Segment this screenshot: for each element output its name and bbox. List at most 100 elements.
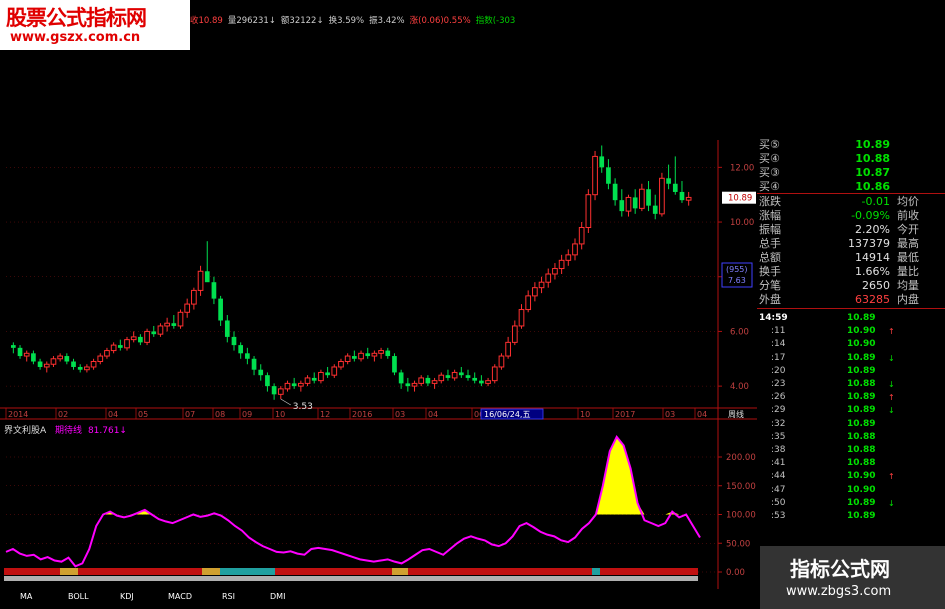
- period-label[interactable]: 周线: [728, 409, 744, 419]
- stat-value: 2650: [862, 279, 890, 292]
- y-tick-label: 150.00: [726, 482, 756, 492]
- y-tick-label: 10.00: [730, 218, 754, 228]
- tick-price: 10.89: [847, 405, 876, 416]
- stat-label-secondary: 最高: [897, 237, 919, 250]
- tab-kdj[interactable]: KDJ: [120, 592, 134, 601]
- low-label-pointer: [280, 398, 291, 406]
- indicator-chart[interactable]: 200.00 150.00 100.00 50.00 0.00: [0, 420, 757, 589]
- x-tick-label: 2017: [615, 410, 635, 419]
- tick-time: :14: [771, 339, 786, 350]
- candle: [304, 375, 311, 387]
- candle: [505, 336, 511, 359]
- logo-top-url: www.gszx.com.cn: [10, 30, 141, 45]
- candle: [151, 325, 157, 337]
- candle: [392, 353, 397, 376]
- tab-macd[interactable]: MACD: [168, 592, 192, 601]
- quote-panel: 买⑤ 10.89 买④ 10.88 买③ 10.87 买④ 10.86 涨跌 -0.01 均价 涨幅 -…: [757, 138, 945, 609]
- candle: [425, 375, 431, 387]
- tick-price: 10.89: [847, 352, 876, 363]
- x-tick-label: 2014: [8, 410, 28, 419]
- panel-divider: [757, 308, 945, 309]
- candle: [50, 356, 57, 367]
- candle: [338, 358, 344, 370]
- quote-item: 指数(-303: [475, 16, 516, 26]
- candle: [458, 366, 464, 378]
- candle: [532, 282, 538, 302]
- stat-label-secondary: 内盘: [897, 293, 919, 306]
- bid-label: 买④: [759, 180, 780, 193]
- candle: [358, 350, 364, 362]
- tab-rsi[interactable]: RSI: [222, 592, 235, 601]
- trade-tick-row: :53 10.89: [757, 510, 945, 523]
- candle: [538, 276, 545, 294]
- candle: [685, 191, 692, 206]
- y-tick-label: 6.00: [730, 327, 749, 337]
- stat-label: 涨跌: [759, 195, 781, 208]
- candle: [438, 372, 445, 384]
- y-tick-label: 100.00: [726, 511, 756, 521]
- stat-value: 2.20%: [855, 223, 890, 236]
- x-tick-label: 03: [395, 410, 405, 419]
- x-tick-label: 05: [138, 410, 148, 419]
- tick-price: 10.90: [847, 471, 876, 482]
- tick-price: 10.90: [847, 326, 876, 337]
- candle: [558, 254, 565, 274]
- candle: [552, 263, 558, 280]
- candle: [191, 287, 197, 310]
- candle: [224, 315, 230, 343]
- candle: [498, 353, 505, 370]
- candle: [465, 369, 471, 381]
- tick-direction-icon: ↓: [888, 406, 895, 416]
- tick-time: :11: [771, 326, 786, 337]
- candle: [11, 342, 16, 354]
- candle: [265, 372, 270, 392]
- indicator-title: 界文利股A 期待线 81.761↓: [4, 423, 127, 436]
- candle: [77, 364, 83, 373]
- tab-ma[interactable]: MA: [20, 592, 32, 601]
- indicator-series-name: 期待线: [55, 426, 83, 436]
- logo-top: 股票公式指标网 www.gszx.com.cn: [0, 0, 190, 50]
- x-tick-label: 04: [428, 410, 438, 419]
- tick-price: 10.89: [847, 497, 876, 508]
- quote-item: 涨(0.06)0.55%: [409, 16, 471, 26]
- candle: [277, 386, 284, 399]
- candle: [284, 380, 291, 392]
- stat-label-secondary: 今开: [897, 223, 919, 236]
- indicator-line: [5, 435, 701, 568]
- candle: [371, 350, 378, 362]
- tick-direction-icon: ↑: [888, 472, 895, 482]
- stat-label: 涨幅: [759, 209, 781, 222]
- candle: [365, 347, 371, 359]
- candle: [71, 358, 76, 370]
- tick-direction-icon: ↓: [888, 353, 895, 363]
- main-chart[interactable]: 12.0010.008.006.004.003.5310.89(955)7.63…: [0, 140, 757, 420]
- tick-direction-icon: ↓: [888, 380, 895, 389]
- candle: [197, 265, 204, 296]
- tick-price: 10.89: [847, 511, 876, 521]
- tab-boll[interactable]: BOLL: [68, 592, 89, 601]
- stat-value: 63285: [855, 293, 890, 306]
- x-tick-label: 03: [665, 410, 675, 419]
- stat-row: 外盘 63285 内盘: [757, 293, 945, 306]
- candle: [405, 377, 411, 392]
- bid-price: 10.88: [855, 152, 890, 165]
- stat-label: 外盘: [759, 293, 781, 306]
- candle: [138, 334, 143, 346]
- stat-label-secondary: 前收: [897, 209, 919, 222]
- candle: [659, 172, 665, 217]
- trade-tick-row: :50 10.89 ↓: [757, 497, 945, 510]
- tab-dmi[interactable]: DMI: [270, 592, 285, 601]
- candle: [325, 366, 330, 378]
- stat-label: 振幅: [759, 223, 781, 236]
- stat-row: 换手 1.66% 量比: [757, 265, 945, 278]
- candle: [491, 364, 498, 384]
- candle: [411, 380, 418, 392]
- tick-time: :38: [771, 445, 786, 455]
- candle: [606, 159, 611, 190]
- candle: [43, 361, 50, 373]
- quote-item: 量296231↓: [227, 16, 276, 26]
- stat-label-secondary: 均量: [897, 279, 919, 292]
- tick-direction-icon: ↑: [888, 393, 895, 403]
- candle: [31, 350, 36, 365]
- tick-price: 10.89: [847, 418, 876, 429]
